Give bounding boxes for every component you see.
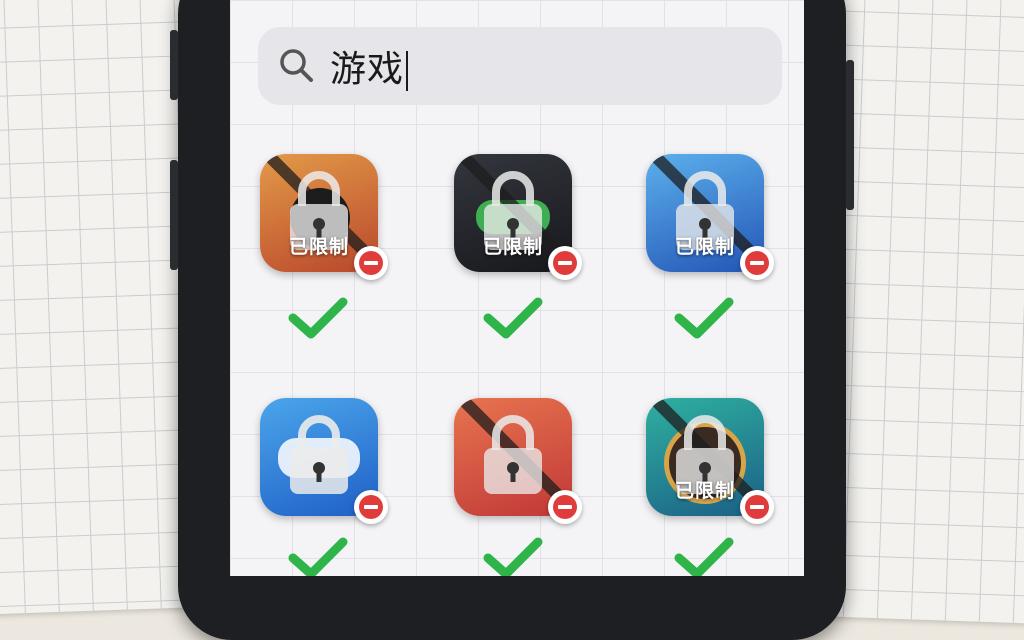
lock-icon — [290, 415, 348, 494]
app-tile-4[interactable] — [260, 398, 388, 524]
block-badge-icon[interactable] — [548, 246, 582, 280]
search-input[interactable]: 游戏 — [330, 40, 409, 92]
checkmark-icon — [674, 297, 734, 339]
text-caret — [406, 51, 409, 91]
block-badge-icon[interactable] — [354, 490, 388, 524]
app-tile-6[interactable]: 已限制 — [646, 398, 774, 524]
app-tile-3[interactable]: 已限制 — [646, 154, 774, 280]
search-query: 游戏 — [330, 49, 405, 90]
block-badge-icon[interactable] — [354, 246, 388, 280]
phone-side-button — [170, 30, 178, 100]
phone-screen: 游戏 已限制 已限制 已限制 已限制 — [230, 0, 804, 576]
block-badge-icon[interactable] — [740, 246, 774, 280]
app-tile-5[interactable] — [454, 398, 582, 524]
phone-volume-button — [170, 160, 178, 270]
block-badge-icon[interactable] — [740, 490, 774, 524]
app-tile-1[interactable]: 已限制 — [260, 154, 388, 280]
phone-power-button — [846, 60, 854, 210]
checkmark-icon — [288, 537, 348, 576]
search-icon — [280, 49, 313, 82]
block-badge-icon[interactable] — [548, 490, 582, 524]
search-bar[interactable]: 游戏 — [258, 27, 782, 105]
checkmark-icon — [674, 537, 734, 576]
checkmark-icon — [288, 297, 348, 339]
lock-icon — [484, 415, 542, 494]
checkmark-icon — [483, 537, 543, 576]
checkmark-icon — [483, 297, 543, 339]
app-tile-2[interactable]: 已限制 — [454, 154, 582, 280]
